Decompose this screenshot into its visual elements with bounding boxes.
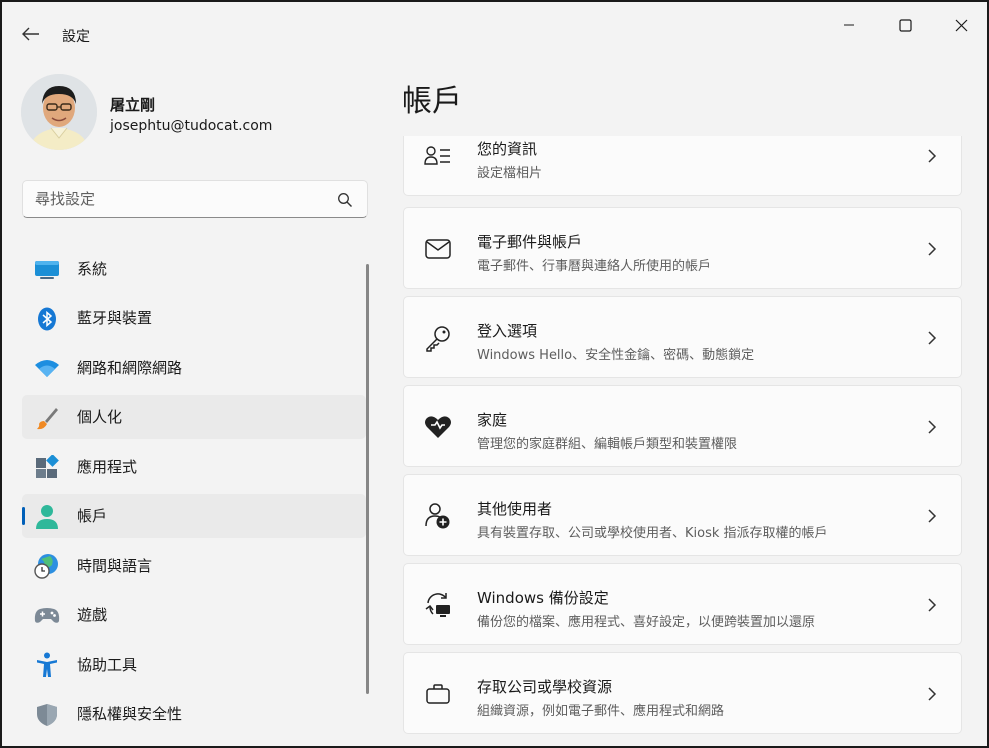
sidebar-item-time-language[interactable]: 時間與語言	[22, 543, 366, 587]
person-icon	[34, 504, 60, 530]
sidebar-item-label: 藍牙與裝置	[77, 309, 153, 327]
mail-icon	[424, 235, 452, 263]
card-family[interactable]: 家庭 管理您的家庭群組、編輯帳戶類型和裝置權限	[403, 385, 962, 467]
bluetooth-icon	[34, 306, 60, 332]
avatar-photo-icon	[21, 74, 97, 150]
chevron-right-icon	[924, 685, 940, 703]
minimize-button[interactable]	[826, 10, 872, 40]
brush-icon	[34, 405, 60, 431]
card-title: 其他使用者	[477, 500, 553, 518]
sidebar-item-system[interactable]: 系統	[22, 246, 366, 290]
minimize-icon	[844, 24, 854, 26]
card-work-school[interactable]: 存取公司或學校資源 組織資源，例如電子郵件、應用程式和網路	[403, 652, 962, 734]
card-email-accounts[interactable]: 電子郵件與帳戶 電子郵件、行事曆與連絡人所使用的帳戶	[403, 207, 962, 289]
sidebar-item-label: 時間與語言	[77, 556, 153, 575]
search-box[interactable]	[22, 180, 368, 218]
backup-sync-icon	[424, 591, 452, 619]
card-title: 存取公司或學校資源	[477, 678, 613, 696]
page-title: 帳戶	[402, 84, 462, 119]
monitor-icon	[34, 256, 60, 282]
card-title: 電子郵件與帳戶	[477, 233, 583, 251]
title-bar: 設定	[2, 2, 987, 62]
sidebar-item-accessibility[interactable]: 協助工具	[22, 642, 366, 686]
search-input[interactable]	[35, 189, 325, 209]
sidebar-scrollbar[interactable]	[366, 264, 369, 694]
maximize-button[interactable]	[882, 10, 928, 40]
sidebar-item-personalization[interactable]: 個人化	[22, 394, 366, 439]
sidebar-item-label: 帳戶	[77, 507, 108, 525]
card-title: 登入選項	[477, 322, 538, 340]
sidebar-nav: 系統 藍牙與裝置 網路和網際網路 個人化 應用程式 帳戶 時間與語言 遊戲 協助…	[22, 246, 366, 741]
sidebar-item-label: 隱私權與安全性	[77, 705, 183, 723]
shield-icon	[34, 702, 60, 728]
chevron-right-icon	[924, 507, 940, 525]
card-title: Windows 備份設定	[477, 589, 609, 607]
briefcase-icon	[424, 680, 452, 708]
sidebar-item-label: 協助工具	[77, 655, 138, 674]
close-button[interactable]	[938, 10, 984, 40]
key-icon	[424, 324, 452, 352]
sidebar-item-gaming[interactable]: 遊戲	[22, 593, 366, 637]
sidebar-item-apps[interactable]: 應用程式	[22, 444, 366, 488]
person-add-icon	[424, 502, 452, 530]
person-info-icon	[424, 142, 452, 170]
card-sign-in-options[interactable]: 登入選項 Windows Hello、安全性金鑰、密碼、動態鎖定	[403, 296, 962, 378]
sidebar-item-label: 網路和網際網路	[77, 358, 183, 377]
wifi-icon	[34, 355, 60, 381]
avatar[interactable]	[21, 74, 97, 150]
back-button[interactable]	[16, 22, 46, 46]
accessibility-icon	[34, 652, 60, 678]
sidebar-item-label: 應用程式	[77, 457, 138, 476]
card-subtitle: 具有裝置存取、公司或學校使用者、Kiosk 指派存取權的帳戶	[477, 526, 828, 541]
chevron-right-icon	[924, 240, 940, 258]
gamepad-icon	[34, 603, 60, 629]
globe-clock-icon	[34, 553, 60, 579]
settings-card-list: 您的資訊 設定檔相片 電子郵件與帳戶 電子郵件、行事曆與連絡人所使用的帳戶 登入…	[403, 136, 962, 746]
user-name: 屠立剛	[110, 96, 156, 114]
card-other-users[interactable]: 其他使用者 具有裝置存取、公司或學校使用者、Kiosk 指派存取權的帳戶	[403, 474, 962, 556]
chevron-right-icon	[924, 418, 940, 436]
apps-icon	[34, 454, 60, 480]
back-arrow-icon	[22, 27, 39, 41]
sidebar-item-network[interactable]: 網路和網際網路	[22, 345, 366, 389]
close-icon	[955, 19, 967, 31]
card-subtitle: 設定檔相片	[477, 166, 543, 181]
card-windows-backup[interactable]: Windows 備份設定 備份您的檔案、應用程式、喜好設定，以便跨裝置加以還原	[403, 563, 962, 645]
sidebar-item-label: 系統	[77, 259, 108, 278]
search-icon[interactable]	[337, 192, 353, 208]
family-heart-icon	[424, 413, 452, 441]
user-email: josephtu@tudocat.com	[110, 118, 273, 134]
card-subtitle: 管理您的家庭群組、編輯帳戶類型和裝置權限	[477, 437, 738, 452]
chevron-right-icon	[924, 147, 940, 165]
settings-window: 設定 屠立剛 josephtu@tudocat.com 尋找設定 系統 藍牙與裝…	[0, 0, 989, 748]
sidebar-item-label: 個人化	[77, 408, 123, 426]
card-title: 家庭	[477, 411, 508, 429]
maximize-icon	[898, 18, 912, 32]
card-subtitle: 備份您的檔案、應用程式、喜好設定，以便跨裝置加以還原	[477, 615, 816, 630]
chevron-right-icon	[924, 329, 940, 347]
sidebar-item-label: 遊戲	[77, 606, 108, 624]
sidebar-item-bluetooth[interactable]: 藍牙與裝置	[22, 296, 366, 340]
app-title: 設定	[62, 29, 90, 45]
sidebar-item-privacy[interactable]: 隱私權與安全性	[22, 692, 366, 736]
card-subtitle: Windows Hello、安全性金鑰、密碼、動態鎖定	[477, 348, 755, 363]
sidebar-item-accounts[interactable]: 帳戶	[22, 493, 366, 538]
card-your-info[interactable]: 您的資訊 設定檔相片	[403, 136, 962, 196]
card-subtitle: 組織資源，例如電子郵件、應用程式和網路	[477, 704, 725, 719]
card-title: 您的資訊	[477, 140, 538, 158]
card-subtitle: 電子郵件、行事曆與連絡人所使用的帳戶	[477, 259, 712, 274]
chevron-right-icon	[924, 596, 940, 614]
